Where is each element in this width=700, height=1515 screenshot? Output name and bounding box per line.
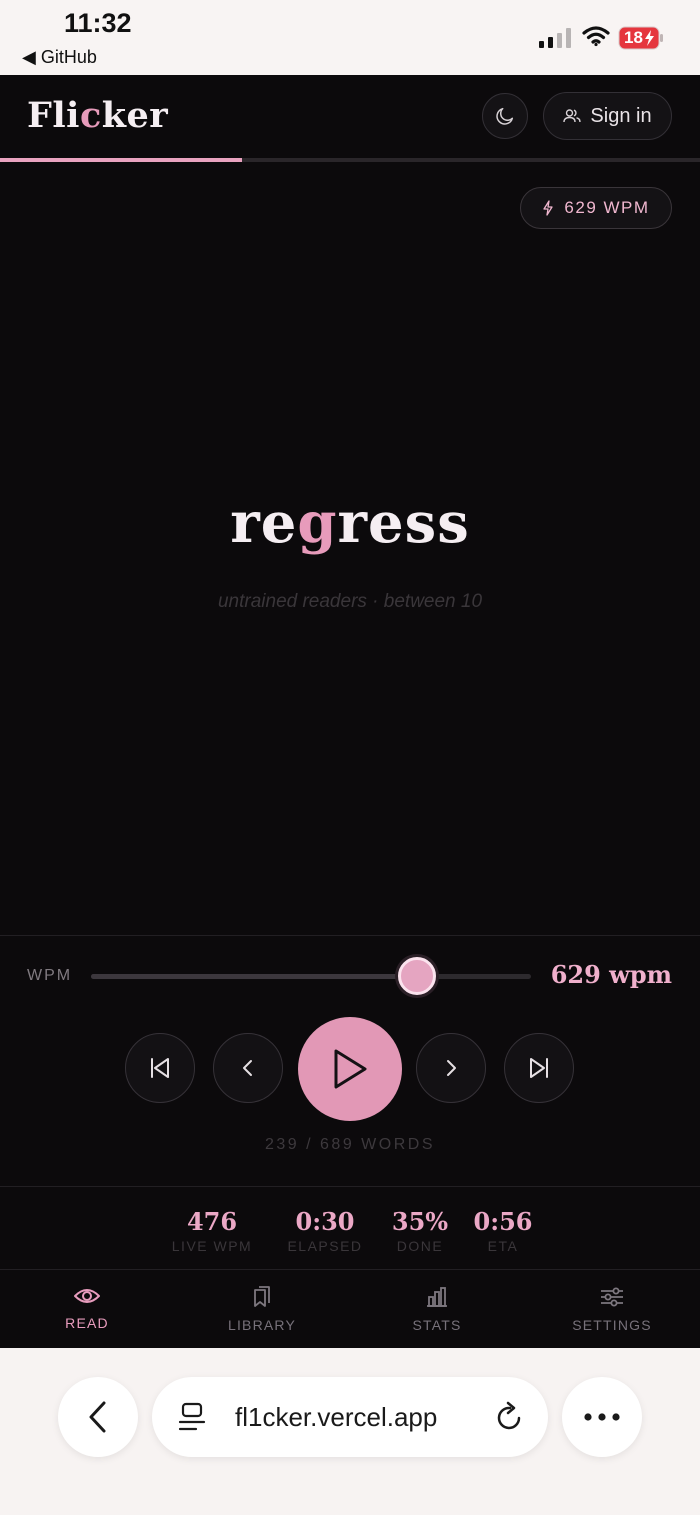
app-logo[interactable]: Flicker (27, 95, 168, 136)
sign-in-button[interactable]: Sign in (543, 92, 672, 140)
sign-in-label: Sign in (590, 104, 652, 127)
play-button[interactable] (298, 1017, 402, 1121)
browser-toolbar: fl1cker.vercel.app (0, 1348, 700, 1515)
stat-value: 0:56 (473, 1207, 533, 1236)
wpm-slider-fill (91, 974, 417, 979)
page-menu-icon[interactable] (178, 1402, 206, 1432)
stat-label: LIVE WPM (171, 1238, 253, 1254)
battery-level: 18 (624, 28, 643, 47)
next-icon (447, 1060, 456, 1076)
reading-progress-fill (0, 158, 242, 162)
nav-label: READ (65, 1315, 109, 1331)
wpm-slider-thumb[interactable] (397, 957, 436, 995)
stat-elapsed: 0:30 ELAPSED (280, 1207, 370, 1254)
users-icon (563, 109, 582, 123)
sliders-icon (601, 1287, 623, 1307)
nav-library[interactable]: LIBRARY (197, 1285, 327, 1333)
previous-word-button[interactable] (213, 1033, 283, 1103)
pivot-letter: g (297, 490, 338, 556)
nav-label: LIBRARY (227, 1317, 297, 1333)
wpm-label: WPM (27, 967, 73, 984)
status-time: 11:32 (64, 8, 132, 38)
url-text: fl1cker.vercel.app (235, 1402, 438, 1432)
nav-stats[interactable]: STATS (372, 1285, 502, 1333)
more-options-button[interactable] (562, 1377, 642, 1457)
nav-label: SETTINGS (572, 1317, 652, 1333)
stat-value: 35% (391, 1207, 449, 1236)
stat-label: DONE (396, 1238, 444, 1254)
more-icon (584, 1413, 620, 1421)
divider (0, 1186, 700, 1187)
bolt-icon (543, 200, 554, 216)
wpm-slider[interactable] (91, 974, 531, 979)
bookmarks-icon (254, 1286, 270, 1307)
battery-charging-icon: 18 (618, 26, 663, 50)
stat-value: 0:30 (295, 1207, 355, 1236)
reload-icon[interactable] (495, 1401, 525, 1433)
stat-value: 476 (186, 1207, 238, 1236)
skip-to-start-button[interactable] (125, 1033, 195, 1103)
stat-label: ELAPSED (287, 1238, 363, 1254)
wpm-value: 629 wpm (550, 960, 672, 989)
stat-done: 35% DONE (385, 1207, 455, 1254)
current-word: regress (230, 490, 470, 556)
skip-forward-icon (530, 1058, 548, 1078)
stat-label: ETA (487, 1238, 519, 1254)
nav-read[interactable]: READ (22, 1285, 152, 1331)
reading-progress-bar (0, 158, 700, 162)
previous-icon (243, 1060, 252, 1076)
divider (0, 935, 700, 936)
status-bar: 11:32 ◀ GitHub 18 (0, 0, 700, 75)
back-to-app-link[interactable]: ◀ GitHub (22, 47, 97, 68)
wpm-badge-label: 629 WPM (564, 198, 650, 217)
address-bar[interactable]: fl1cker.vercel.app (152, 1377, 548, 1457)
nav-label: STATS (412, 1317, 462, 1333)
divider (0, 1269, 700, 1270)
stat-eta: 0:56 ETA (468, 1207, 538, 1254)
eye-icon (74, 1289, 100, 1303)
signal-icon (539, 28, 571, 48)
moon-icon (496, 107, 514, 125)
skip-back-icon (151, 1058, 169, 1078)
app-header: Flicker Sign in (0, 75, 700, 162)
context-text: untrained readers · between 10 (217, 591, 483, 612)
chevron-left-icon (89, 1401, 106, 1433)
reader-app: Flicker Sign in 629 WPM regress untraine… (0, 75, 700, 1348)
word-count: 239 / 689 WORDS (265, 1136, 435, 1153)
stat-live-wpm: 476 LIVE WPM (162, 1207, 262, 1254)
bar-chart-icon (427, 1287, 447, 1307)
wpm-badge[interactable]: 629 WPM (520, 187, 672, 229)
wifi-icon (582, 26, 610, 47)
skip-to-end-button[interactable] (504, 1033, 574, 1103)
browser-back-button[interactable] (58, 1377, 138, 1457)
next-word-button[interactable] (416, 1033, 486, 1103)
theme-toggle-button[interactable] (482, 93, 528, 139)
play-icon (334, 1049, 367, 1089)
nav-settings[interactable]: SETTINGS (547, 1285, 677, 1333)
